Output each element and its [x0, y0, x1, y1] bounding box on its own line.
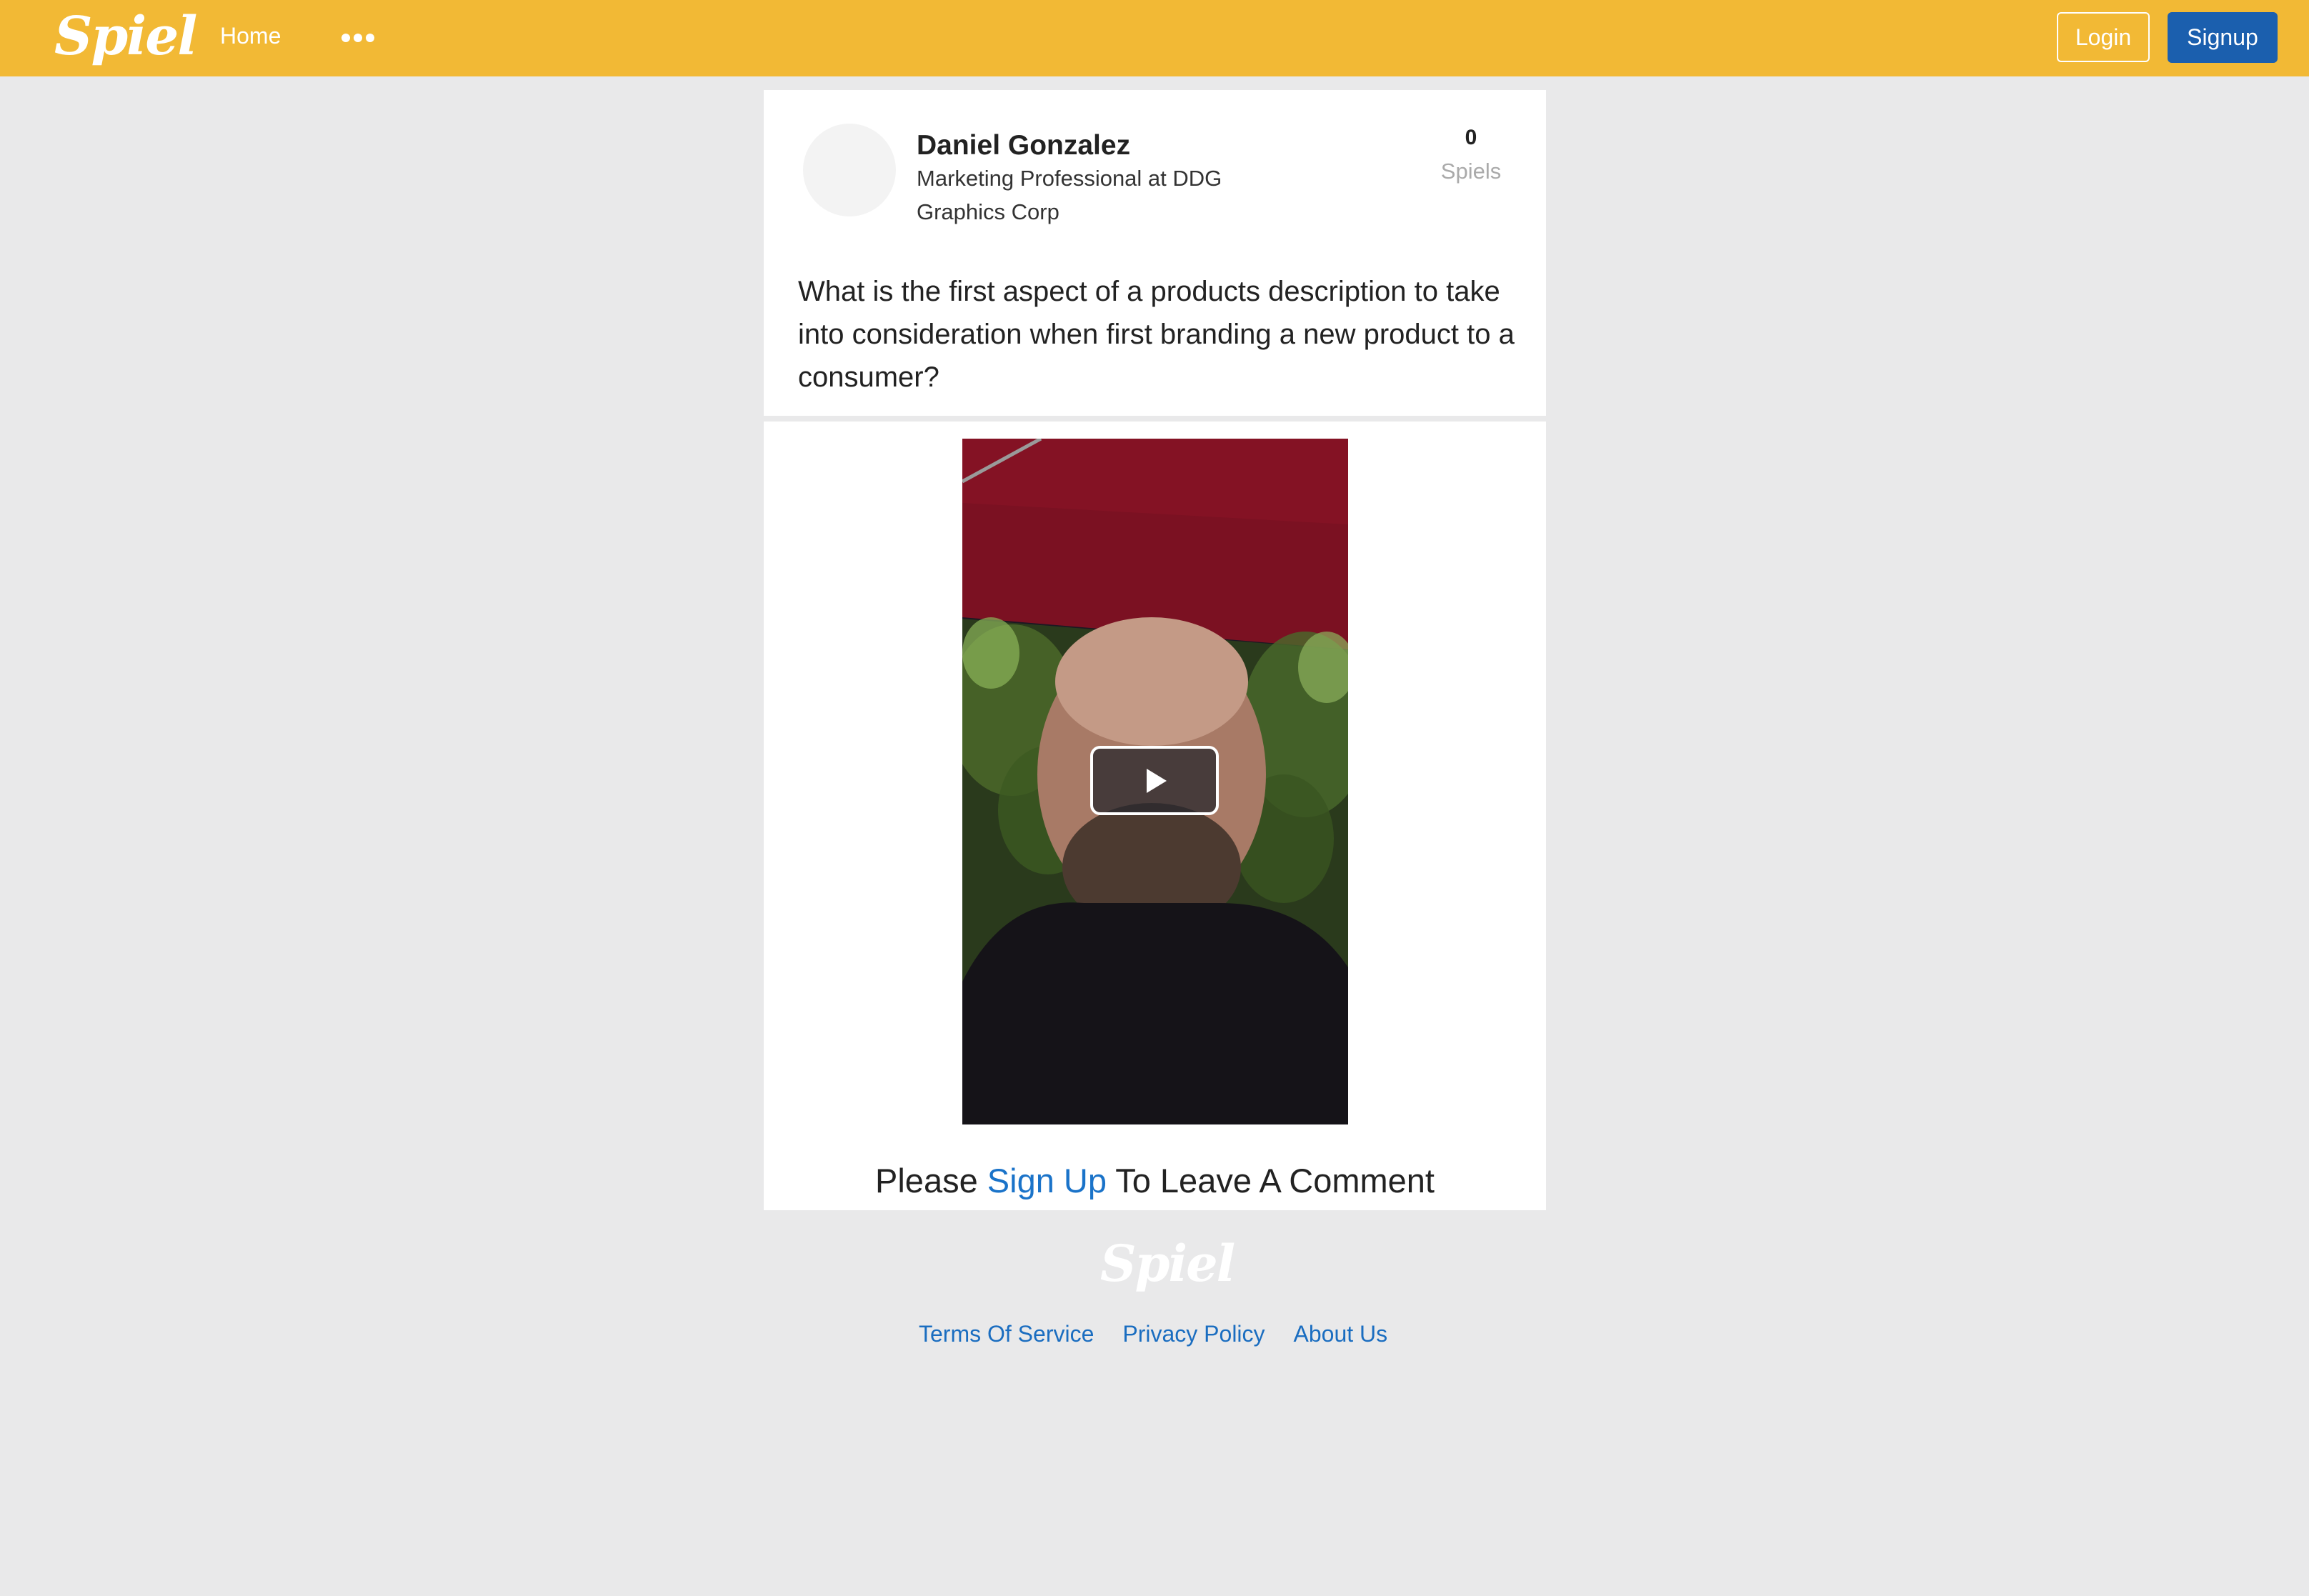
- post-question: What is the first aspect of a products d…: [798, 276, 1515, 393]
- play-icon: [1147, 768, 1167, 793]
- comment-suffix: To Leave A Comment: [1107, 1162, 1435, 1200]
- video-card: Please Sign Up To Leave A Comment: [764, 422, 1546, 1210]
- video-player[interactable]: [962, 439, 1348, 1124]
- more-dots-icon[interactable]: [341, 30, 374, 46]
- signup-link[interactable]: Sign Up: [987, 1162, 1107, 1200]
- comment-prompt: Please Sign Up To Leave A Comment: [764, 1161, 1546, 1200]
- about-us-link[interactable]: About Us: [1294, 1321, 1388, 1347]
- spiels-count: 0: [1465, 126, 1477, 149]
- signup-button[interactable]: Signup: [2168, 12, 2278, 63]
- login-button[interactable]: Login: [2057, 12, 2150, 62]
- spiel-logo[interactable]: Spiel: [54, 6, 197, 67]
- privacy-policy-link[interactable]: Privacy Policy: [1122, 1321, 1265, 1347]
- post-card: Daniel Gonzalez Marketing Professional a…: [764, 90, 1546, 416]
- footer-links: Terms Of Service Privacy Policy About Us: [919, 1321, 1387, 1347]
- spiels-label: Spiels: [1440, 159, 1502, 184]
- author-name[interactable]: Daniel Gonzalez: [917, 130, 1130, 161]
- comment-prefix: Please: [875, 1162, 987, 1200]
- top-navigation-bar: Spiel Home Login Signup: [0, 0, 2309, 76]
- author-title: Marketing Professional at DDG Graphics C…: [917, 166, 1222, 224]
- terms-of-service-link[interactable]: Terms Of Service: [919, 1321, 1094, 1347]
- nav-home-link[interactable]: Home: [220, 23, 281, 49]
- play-button[interactable]: [1090, 746, 1219, 815]
- author-avatar[interactable]: [803, 124, 896, 216]
- footer-logo[interactable]: Spiel: [1100, 1234, 1235, 1293]
